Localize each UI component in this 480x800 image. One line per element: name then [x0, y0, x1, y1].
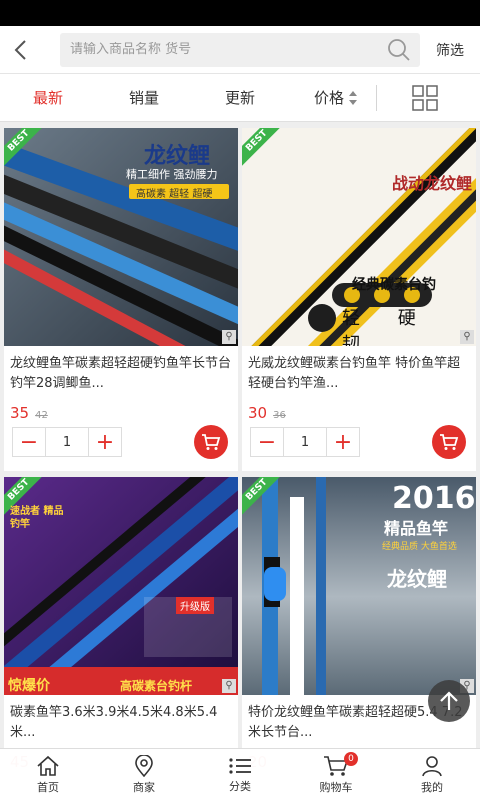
product-title[interactable]: 龙纹鲤鱼竿碳素超轻超硬钓鱼竿长节台钓竿28调鲫鱼...	[4, 346, 238, 396]
layout-toggle-button[interactable]	[377, 84, 473, 111]
nav-profile[interactable]: 我的	[384, 749, 480, 800]
filter-button[interactable]: 筛选	[420, 40, 480, 60]
quantity-value[interactable]: 1	[45, 428, 89, 456]
back-to-top-button[interactable]	[428, 680, 470, 722]
bottom-nav: 首页 商家 分类 0 购物车 我的	[0, 748, 480, 800]
banner-features: 轻 硬 韧	[342, 308, 432, 346]
sort-arrows-icon	[349, 90, 357, 105]
nav-merchants-label: 商家	[133, 780, 155, 794]
banner-brand: 速战者 精品钓竿	[10, 506, 64, 530]
current-price: 30	[248, 404, 268, 422]
add-to-cart-button[interactable]	[432, 425, 466, 459]
product-title[interactable]: 碳素鱼竿3.6米3.9米4.5米4.8米5.4米...	[4, 695, 238, 745]
chevron-left-icon	[14, 39, 26, 60]
banner-features: 高碳素 超轻 超硬	[136, 189, 213, 200]
banner-promo: 惊爆价	[8, 678, 50, 694]
quantity-stepper: − 1 +	[250, 427, 360, 457]
nav-cart-label: 购物车	[319, 780, 353, 794]
nav-home[interactable]: 首页	[0, 749, 96, 800]
product-image[interactable]: BEST 龙纹鲤 精工细作 强劲腰力 高碳素 超轻 超硬 ⚲	[4, 128, 238, 346]
original-price: 36	[273, 410, 286, 421]
nav-profile-label: 我的	[421, 780, 443, 794]
product-image[interactable]: BEST 2016 精品鱼竿 经典品质 大鱼首选 龙纹鲤 ⚲	[242, 477, 476, 695]
product-title[interactable]: 光威龙纹鲤碳素台钓鱼竿 特价鱼竿超轻硬台钓竿渔...	[242, 346, 476, 396]
price-row: 35 42	[4, 396, 238, 422]
product-grid: BEST 龙纹鲤 精工细作 强劲腰力 高碳素 超轻 超硬 ⚲ 龙纹鲤鱼竿碳素超轻…	[0, 122, 480, 800]
product-card[interactable]: BEST 战动龙纹鲤 经典碳素台钓 轻 硬 韧 ⚲ 光威龙纹鲤碳素台钓鱼竿 特价…	[242, 128, 476, 471]
cart-icon	[440, 434, 459, 450]
search-input[interactable]	[70, 42, 386, 57]
price-row: 30 36	[242, 396, 476, 422]
cart-badge: 0	[344, 752, 358, 766]
banner-brand: 龙纹鲤	[387, 567, 447, 591]
zoom-icon[interactable]: ⚲	[222, 330, 236, 344]
quantity-value[interactable]: 1	[283, 428, 327, 456]
product-image[interactable]: BEST 战动龙纹鲤 经典碳素台钓 轻 硬 韧 ⚲	[242, 128, 476, 346]
nav-cart[interactable]: 0 购物车	[288, 749, 384, 800]
product-image[interactable]: BEST 速战者 精品钓竿 升级版 惊爆价 高碳素台钓杆 ⚲	[4, 477, 238, 695]
zoom-icon[interactable]: ⚲	[460, 330, 474, 344]
nav-categories-label: 分类	[229, 779, 251, 793]
banner-slogan: 精工细作 强劲腰力	[126, 168, 218, 181]
banner-year: 2016	[392, 481, 476, 516]
increase-button[interactable]: +	[327, 428, 359, 456]
product-card[interactable]: BEST 龙纹鲤 精工细作 强劲腰力 高碳素 超轻 超硬 ⚲ 龙纹鲤鱼竿碳素超轻…	[4, 128, 238, 471]
home-icon	[37, 755, 59, 776]
tab-newest[interactable]: 最新	[0, 87, 96, 108]
search-icon[interactable]	[386, 37, 412, 63]
quantity-stepper: − 1 +	[12, 427, 122, 457]
banner-brand: 战动龙纹鲤	[392, 174, 473, 193]
original-price: 42	[35, 410, 48, 421]
tab-price-label: 价格	[313, 89, 344, 107]
increase-button[interactable]: +	[89, 428, 121, 456]
user-icon	[422, 755, 442, 776]
back-button[interactable]	[0, 26, 40, 74]
zoom-icon[interactable]: ⚲	[222, 679, 236, 693]
header: 筛选	[0, 26, 480, 74]
tab-sales[interactable]: 销量	[96, 87, 192, 108]
grid-view-icon	[412, 84, 438, 111]
banner-features: 经典品质 大鱼首选	[382, 542, 457, 552]
tab-updated[interactable]: 更新	[192, 87, 288, 108]
nav-home-label: 首页	[37, 780, 59, 794]
current-price: 35	[10, 404, 30, 422]
sort-tabs: 最新 销量 更新 价格	[0, 74, 480, 122]
status-bar	[0, 0, 480, 26]
location-icon	[135, 754, 153, 777]
banner-slogan: 经典碳素台钓	[352, 277, 436, 293]
tab-price[interactable]: 价格	[288, 87, 384, 108]
cart-icon	[202, 434, 221, 450]
decrease-button[interactable]: −	[13, 428, 45, 456]
decrease-button[interactable]: −	[251, 428, 283, 456]
banner-slogan: 升级版	[176, 597, 214, 614]
banner-slogan: 精品鱼竿	[384, 519, 449, 538]
nav-merchants[interactable]: 商家	[96, 749, 192, 800]
list-icon	[229, 757, 251, 774]
banner-features: 高碳素台钓杆	[120, 679, 193, 693]
arrow-up-icon	[440, 691, 458, 710]
add-to-cart-button[interactable]	[194, 425, 228, 459]
nav-categories[interactable]: 分类	[192, 749, 288, 800]
search-box[interactable]	[60, 32, 420, 67]
